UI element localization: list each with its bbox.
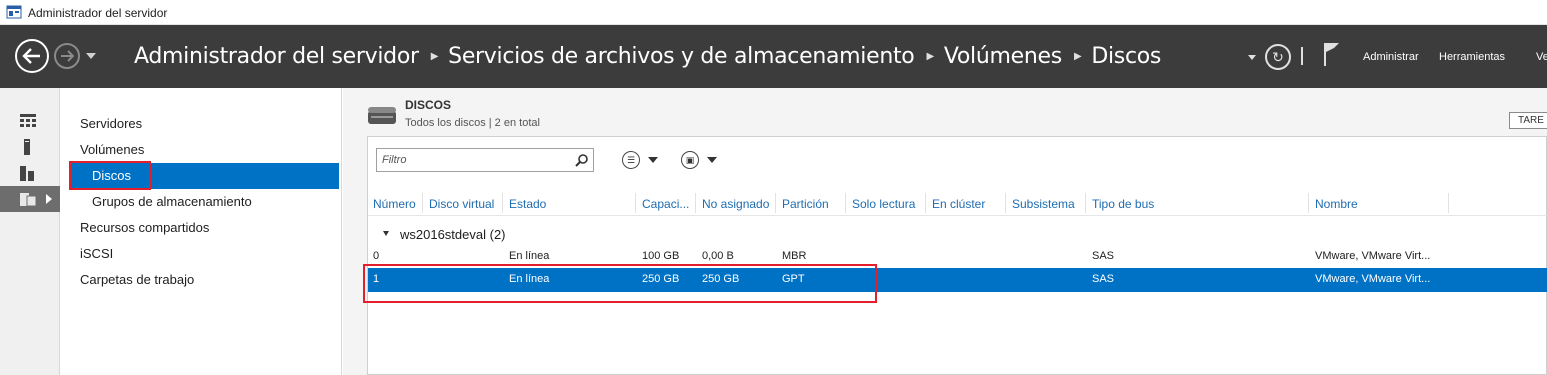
menu-administrar[interactable]: Administrar [1363, 51, 1419, 63]
filter-input[interactable]: Filtro [376, 148, 594, 172]
rail-file-storage[interactable] [0, 186, 60, 212]
save-icon: ▣ [681, 151, 699, 169]
forward-arrow-icon [61, 50, 74, 62]
breadcrumb-item[interactable]: Administrador del servidor [134, 44, 419, 69]
column-header-solo-lectura[interactable]: Solo lectura [852, 197, 915, 211]
header-divider-line [368, 215, 1547, 216]
cell-particion: MBR [782, 250, 807, 262]
cell-nombre: VMware, VMware Virt... [1315, 273, 1431, 285]
nav-item-carpetas-trabajo[interactable]: Carpetas de trabajo [61, 267, 341, 293]
column-header-numero[interactable]: Número [373, 197, 416, 211]
history-dropdown[interactable] [86, 53, 96, 59]
column-header-capacidad[interactable]: Capaci... [642, 197, 689, 211]
refresh-button[interactable]: ↻ [1265, 44, 1291, 70]
local-server-icon [24, 139, 30, 155]
chevron-right-icon: ▶ [926, 51, 934, 62]
column-separator [925, 193, 926, 213]
expand-arrow-icon [46, 194, 52, 204]
chevron-right-icon: ▶ [1073, 51, 1082, 62]
menu-herramientas[interactable]: Herramientas [1439, 51, 1505, 63]
breadcrumb-item[interactable]: Discos [1091, 44, 1161, 69]
section-subtitle: Todos los discos | 2 en total [405, 117, 540, 129]
collapse-triangle-icon[interactable] [383, 231, 389, 236]
window-titlebar: Administrador del servidor [0, 0, 1547, 25]
column-header-particion[interactable]: Partición [782, 197, 829, 211]
save-query-button[interactable]: ▣ [681, 150, 717, 170]
list-view-icon: ☰ [622, 151, 640, 169]
nav-item-servidores[interactable]: Servidores [61, 111, 341, 137]
filter-placeholder: Filtro [382, 154, 407, 166]
column-separator [1005, 193, 1006, 213]
header-bar: Administrador del servidor ▶ Servicios d… [0, 25, 1547, 88]
highlight-box [69, 161, 151, 190]
column-separator [695, 193, 696, 213]
cell-tipo-bus: SAS [1092, 250, 1115, 262]
breadcrumb-item[interactable]: Servicios de archivos y de almacenamient… [448, 44, 915, 69]
nav-item-recursos-compartidos[interactable]: Recursos compartidos [61, 215, 341, 241]
column-separator [502, 193, 503, 213]
column-header-disco-virtual[interactable]: Disco virtual [429, 197, 494, 211]
server-manager-icon [6, 5, 22, 19]
cell-tipo-bus: SAS [1092, 273, 1115, 285]
section-title: DISCOS [405, 98, 452, 112]
cell-capacidad: 100 GB [642, 250, 680, 262]
column-separator [1448, 193, 1449, 213]
column-separator [845, 193, 846, 213]
list-view-button[interactable]: ☰ [622, 150, 658, 170]
tasks-button[interactable]: TARE [1509, 112, 1547, 129]
chevron-right-icon: ▶ [430, 51, 439, 62]
rail-all-servers[interactable] [0, 160, 60, 186]
cell-numero: 0 [373, 250, 380, 262]
cell-nombre: VMware, VMware Virt... [1315, 250, 1431, 262]
breadcrumb-item[interactable]: Volúmenes [944, 44, 1062, 69]
forward-button[interactable] [54, 43, 80, 69]
window-title: Administrador del servidor [28, 6, 168, 20]
column-separator [1085, 193, 1086, 213]
column-header-estado[interactable]: Estado [509, 197, 546, 211]
column-header-nombre[interactable]: Nombre [1315, 197, 1358, 211]
cell-estado: En línea [509, 250, 550, 262]
search-icon[interactable] [575, 153, 589, 167]
icon-rail [0, 88, 60, 375]
header-divider [1301, 47, 1303, 65]
column-separator [635, 193, 636, 213]
breadcrumb-dropdown[interactable] [1248, 55, 1256, 60]
column-header-tipo-bus[interactable]: Tipo de bus [1092, 197, 1154, 211]
column-header-subsistema[interactable]: Subsistema [1012, 197, 1075, 211]
column-separator [1308, 193, 1309, 213]
highlight-box [363, 264, 877, 303]
chevron-down-icon [648, 157, 658, 163]
group-header[interactable]: ws2016stdeval (2) [400, 227, 506, 242]
chevron-down-icon [707, 157, 717, 163]
column-separator [422, 193, 423, 213]
nav-item-grupos-almacenamiento[interactable]: Grupos de almacenamiento [61, 189, 341, 215]
all-servers-icon [20, 166, 34, 181]
disk-icon [368, 107, 396, 124]
rail-dashboard[interactable] [0, 108, 60, 134]
column-header-en-cluster[interactable]: En clúster [932, 197, 985, 211]
menu-ver[interactable]: Ve [1536, 51, 1547, 63]
file-storage-icon [20, 193, 37, 207]
column-separator [775, 193, 776, 213]
rail-local-server[interactable] [0, 134, 60, 160]
dashboard-icon [20, 114, 36, 127]
nav-item-iscsi[interactable]: iSCSI [61, 241, 341, 267]
nav-item-volumenes[interactable]: Volúmenes [61, 137, 341, 163]
refresh-icon: ↻ [1272, 48, 1284, 65]
cell-no-asignado: 0,00 B [702, 250, 734, 262]
back-arrow-icon [22, 48, 40, 64]
breadcrumb: Administrador del servidor ▶ Servicios d… [134, 44, 1161, 69]
column-header-no-asignado[interactable]: No asignado [702, 197, 769, 211]
navigation-pane: Servidores Volúmenes Discos Grupos de al… [61, 88, 342, 375]
flag-icon[interactable] [1322, 41, 1342, 67]
back-button[interactable] [15, 39, 49, 73]
